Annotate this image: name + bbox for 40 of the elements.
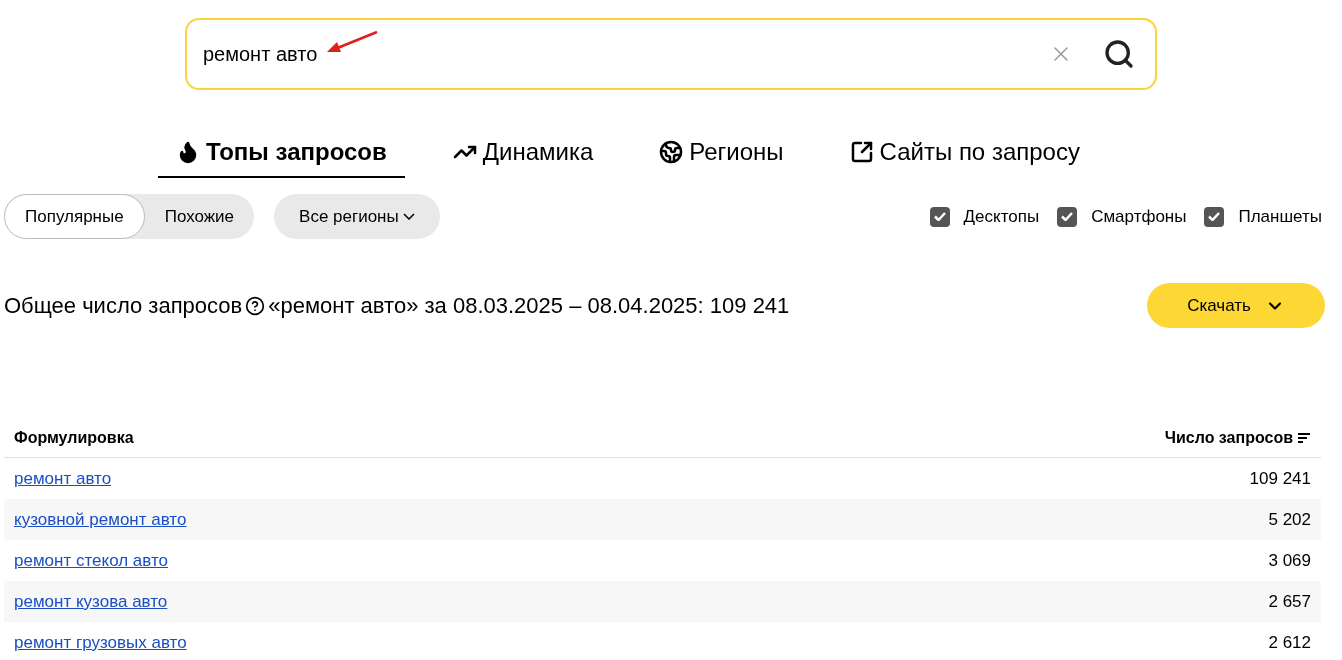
query-link[interactable]: кузовной ремонт авто xyxy=(14,506,187,533)
search-input[interactable]: ремонт авто xyxy=(203,39,343,69)
download-button[interactable]: Скачать xyxy=(1147,283,1325,328)
checkbox-label: Планшеты xyxy=(1238,205,1322,228)
external-link-icon xyxy=(849,140,874,164)
tab[interactable]: Регионы xyxy=(641,134,802,178)
query-link[interactable]: ремонт авто xyxy=(14,465,112,492)
check-icon xyxy=(1061,212,1074,221)
search-icon[interactable] xyxy=(1103,38,1135,70)
region-dropdown[interactable]: Все регионы xyxy=(274,194,440,239)
search-field[interactable]: ремонт авто xyxy=(185,18,1157,90)
chevron-down-icon xyxy=(402,213,415,220)
summary-text: «ремонт авто» за 08.03.2025 – 08.04.2025: 109 241 xyxy=(268,292,790,320)
check-icon xyxy=(933,212,946,221)
count-cell-text: 5 202 xyxy=(1268,508,1311,531)
query-link[interactable]: ремонт грузовых авто xyxy=(14,629,187,656)
tab[interactable]: Сайты по запросу xyxy=(831,134,1098,178)
checkbox[interactable] xyxy=(1204,206,1225,227)
checkbox-label: Десктопы xyxy=(963,205,1040,228)
column-header[interactable]: Число запросов xyxy=(1164,425,1293,450)
globe-icon xyxy=(659,140,684,164)
checkbox[interactable] xyxy=(1057,206,1078,227)
checkbox-label: Смартфоны xyxy=(1091,205,1187,228)
annotation-arrow-drawing xyxy=(325,30,379,54)
summary-label: Общее число запросов xyxy=(4,292,243,320)
count-cell-text: 3 069 xyxy=(1268,549,1311,572)
check-icon xyxy=(1208,212,1221,221)
checkbox[interactable] xyxy=(929,206,950,227)
count-cell-text: 2 657 xyxy=(1268,590,1311,613)
toggle-option[interactable]: Похожие xyxy=(144,194,255,239)
sort-icon[interactable] xyxy=(1297,431,1311,444)
query-link[interactable]: ремонт кузова авто xyxy=(14,588,168,615)
count-cell-text: 2 612 xyxy=(1268,631,1311,654)
toggle-option[interactable]: Популярные xyxy=(4,194,145,239)
column-header: Формулировка xyxy=(14,427,134,448)
help-icon[interactable] xyxy=(245,295,266,316)
tab[interactable]: Топы запросов xyxy=(158,134,405,178)
count-cell-text: 109 241 xyxy=(1249,467,1311,490)
tab[interactable]: Динамика xyxy=(434,134,612,178)
query-link[interactable]: ремонт стекол авто xyxy=(14,547,168,574)
